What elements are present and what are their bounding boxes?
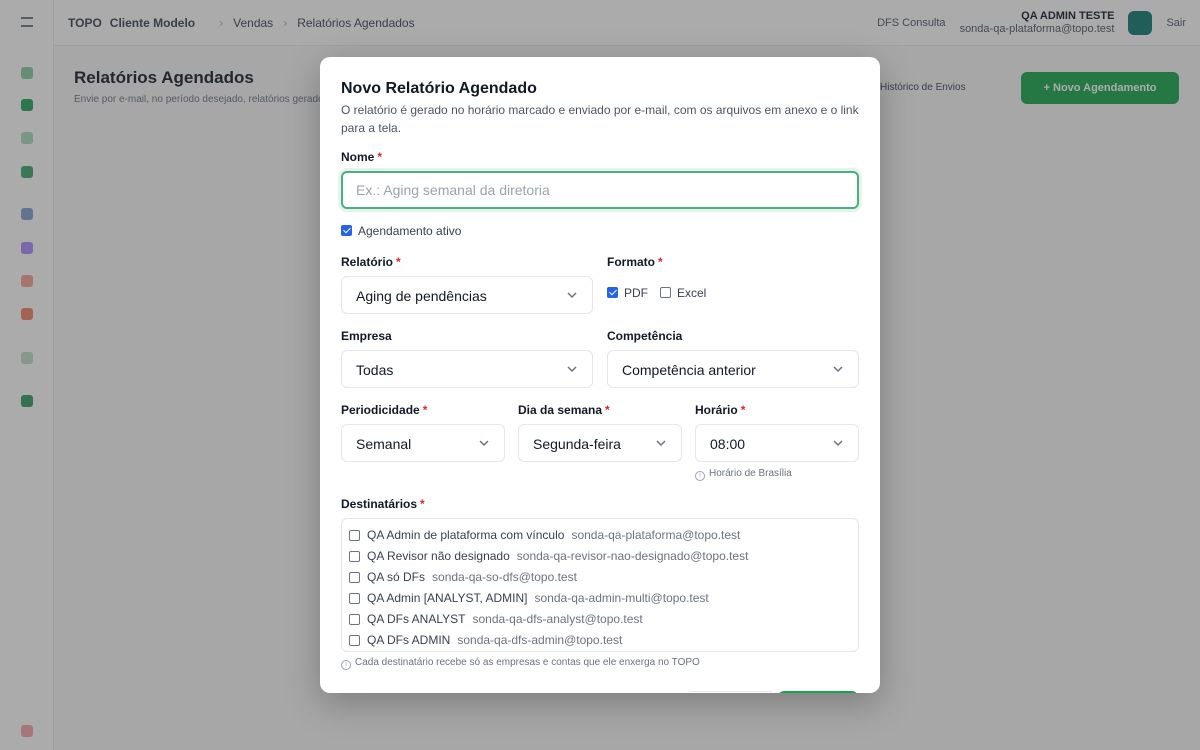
info-icon: i — [695, 471, 705, 481]
recipient-checkbox[interactable] — [349, 634, 360, 646]
period-select[interactable]: Competência anterior — [607, 350, 859, 388]
recipients-hint: i Cada destinatário recebe só as empresas… — [341, 657, 700, 670]
format-pdf-checkbox[interactable] — [607, 287, 618, 298]
recipient-name: QA Revisor não designado — [367, 549, 510, 563]
format-excel-label: Excel — [677, 286, 707, 300]
recipient-email: sonda-qa-so-dfs@topo.test — [432, 570, 577, 584]
recipients-list[interactable]: QA Admin de plataforma com vínculo sonda… — [341, 518, 859, 652]
frequency-label: Periodicidade * — [341, 403, 428, 417]
name-label: Nome * — [341, 150, 383, 164]
recipient-item[interactable]: QA DFs ADMIN sonda-qa-dfs-admin@topo.tes… — [349, 631, 622, 649]
company-label: Empresa — [341, 329, 392, 343]
chevron-down-icon — [656, 440, 666, 447]
recipients-label: Destinatários * — [341, 497, 425, 511]
company-value: Todas — [356, 362, 394, 378]
recipient-email: sonda-qa-dfs-analyst@topo.test — [472, 612, 643, 626]
period-value: Competência anterior — [622, 362, 756, 378]
recipient-checkbox[interactable] — [349, 571, 360, 583]
recipient-name: QA Admin de plataforma com vínculo — [367, 528, 565, 542]
cancel-button[interactable] — [690, 691, 772, 693]
recipient-email: sonda-qa-revisor-nao-designado@topo.test — [516, 549, 749, 563]
weekday-select[interactable]: Segunda-feira — [518, 424, 682, 462]
report-select[interactable]: Aging de pendências — [341, 276, 593, 314]
recipient-email: sonda-qa-admin-multi@topo.test — [534, 591, 709, 605]
time-select[interactable]: 08:00 — [695, 424, 859, 462]
save-button[interactable] — [778, 691, 858, 693]
recipient-checkbox[interactable] — [349, 592, 360, 604]
recipient-item[interactable]: QA Admin [ANALYST, ADMIN] sonda-qa-admin… — [349, 589, 709, 607]
chevron-down-icon — [567, 366, 577, 373]
recipient-email: sonda-qa-dfs-admin@topo.test — [457, 633, 623, 647]
time-hint: i Horário de Brasília — [695, 468, 792, 481]
name-input[interactable] — [341, 171, 859, 209]
period-label: Competência — [607, 329, 683, 343]
report-label: Relatório * — [341, 255, 401, 269]
recipient-item[interactable]: QA DFs ANALYST sonda-qa-dfs-analyst@topo… — [349, 610, 643, 628]
info-icon: i — [341, 660, 351, 670]
recipient-email: sonda-qa-plataforma@topo.test — [571, 528, 741, 542]
time-value: 08:00 — [710, 436, 746, 452]
dialog-title: Novo Relatório Agendado — [341, 80, 537, 97]
recipient-checkbox[interactable] — [349, 613, 360, 625]
recipient-name: QA só DFs — [367, 570, 426, 584]
weekday-value: Segunda-feira — [533, 436, 621, 452]
frequency-select[interactable]: Semanal — [341, 424, 505, 462]
recipient-item[interactable]: QA só DFs sonda-qa-so-dfs@topo.test — [349, 568, 577, 586]
recipient-checkbox[interactable] — [349, 529, 360, 541]
chevron-down-icon — [833, 440, 843, 447]
format-pdf-label: PDF — [624, 286, 648, 300]
weekday-label: Dia da semana * — [518, 403, 610, 417]
chevron-down-icon — [479, 440, 489, 447]
new-report-dialog: Novo Relatório Agendado O relatório é ge… — [320, 57, 880, 693]
recipient-name: QA DFs ANALYST — [367, 612, 466, 626]
recipient-name: QA Admin [ANALYST, ADMIN] — [367, 591, 528, 605]
chevron-down-icon — [567, 292, 577, 299]
time-label: Horário * — [695, 403, 746, 417]
chevron-down-icon — [833, 366, 843, 373]
frequency-value: Semanal — [356, 436, 412, 452]
format-label: Formato * — [607, 255, 663, 269]
recipient-item[interactable]: QA Admin de plataforma com vínculo sonda… — [349, 526, 740, 544]
recipient-name: QA DFs ADMIN — [367, 633, 451, 647]
company-select[interactable]: Todas — [341, 350, 593, 388]
recipient-checkbox[interactable] — [349, 550, 360, 562]
format-excel-checkbox[interactable] — [660, 287, 671, 298]
report-value: Aging de pendências — [356, 288, 487, 304]
active-checkbox[interactable] — [341, 225, 352, 236]
dialog-description: O relatório é gerado no horário marcado … — [341, 103, 859, 135]
recipient-item[interactable]: QA Revisor não designado sonda-qa-reviso… — [349, 547, 748, 565]
active-label: Agendamento ativo — [358, 224, 462, 238]
